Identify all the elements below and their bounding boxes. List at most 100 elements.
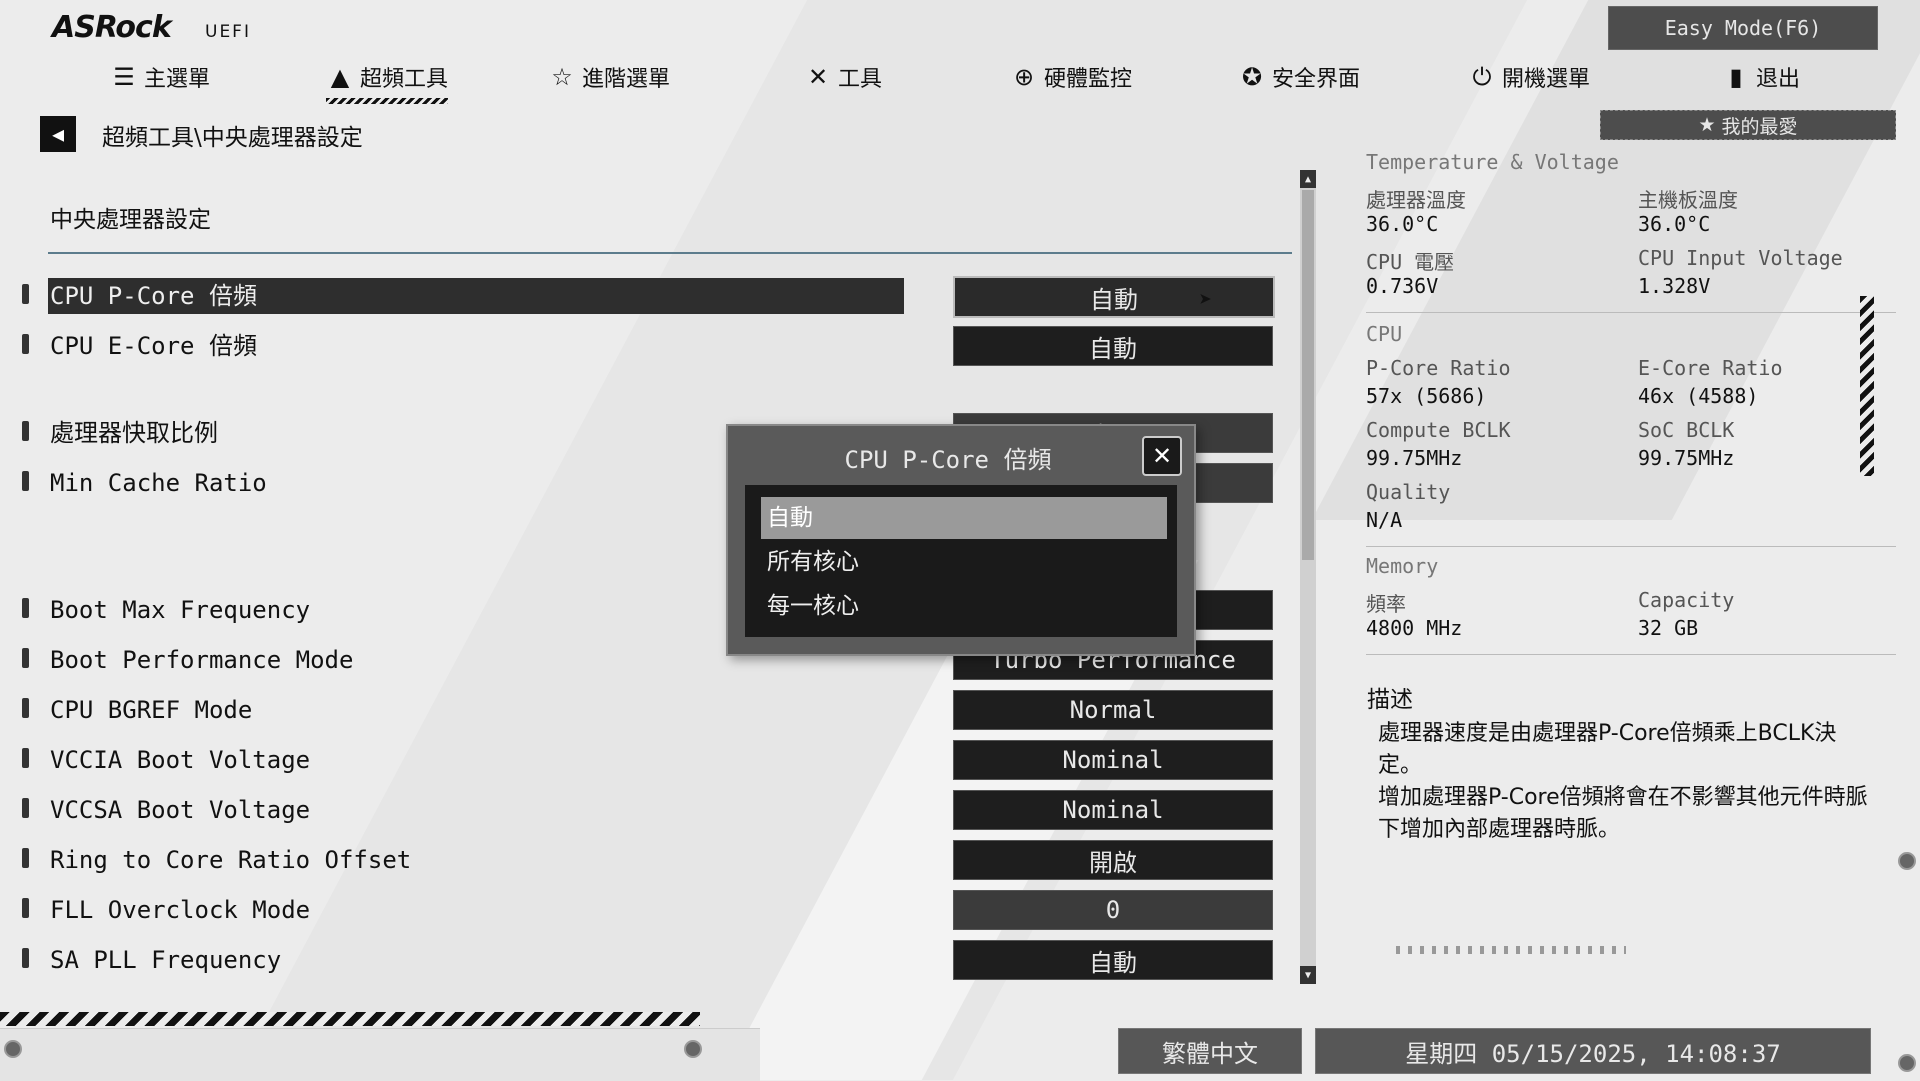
cpu-temp-value: 36.0°C: [1366, 212, 1439, 236]
scroll-up-icon[interactable]: ▲: [1300, 170, 1316, 188]
setting-label: CPU P-Core 倍頻: [48, 278, 904, 314]
breadcrumb: 超頻工具\中央處理器設定: [102, 125, 363, 151]
setting-value-button[interactable]: 自動: [953, 276, 1275, 318]
exit-icon: ▮: [1729, 63, 1743, 91]
tab-advanced[interactable]: ☆ 進階選單: [548, 54, 670, 100]
setting-row[interactable]: CPU BGREF Mode Normal: [0, 690, 1290, 730]
setting-label: CPU E-Core 倍頻: [50, 332, 257, 360]
memory-freq-value: 4800 MHz: [1366, 616, 1463, 640]
screw-icon: [1898, 852, 1916, 870]
screw-icon: [1898, 1054, 1916, 1072]
cpu-input-voltage-label: CPU Input Voltage: [1638, 246, 1843, 270]
divider: [1366, 546, 1896, 547]
star-icon: ☆: [551, 63, 573, 91]
setting-value-button[interactable]: Nominal: [953, 790, 1273, 830]
setting-value-input[interactable]: 0: [953, 890, 1273, 930]
shield-icon: ✪: [1241, 63, 1263, 91]
brand-subtitle: UEFI: [205, 22, 251, 42]
bullet-icon: [22, 471, 29, 491]
decorative-dots: [1396, 946, 1626, 954]
favorites-button[interactable]: ★ 我的最愛: [1600, 110, 1896, 140]
description-text: 處理器速度是由處理器P-Core倍頻乘上BCLK決定。 增加處理器P-Core倍…: [1378, 718, 1878, 846]
tab-exit[interactable]: ▮ 退出: [1722, 54, 1800, 100]
cpu-header: CPU: [1366, 322, 1403, 346]
cpu-temp-label: 處理器溫度: [1366, 188, 1466, 212]
option-popup: CPU P-Core 倍頻 ✕ 自動 所有核心 每一核心: [726, 424, 1196, 656]
popup-option[interactable]: 所有核心: [761, 541, 1167, 583]
setting-label: VCCIA Boot Voltage: [50, 746, 311, 774]
setting-row[interactable]: CPU P-Core 倍頻 自動: [0, 276, 1290, 318]
setting-label: Ring to Core Ratio Offset: [50, 846, 412, 874]
setting-row[interactable]: VCCIA Boot Voltage Nominal: [0, 740, 1290, 780]
tab-tools[interactable]: ✕ 工具: [804, 54, 882, 100]
tab-label: 工具: [838, 67, 883, 92]
setting-value-button[interactable]: Normal: [953, 690, 1273, 730]
memory-freq-label: 頻率: [1366, 592, 1406, 616]
bullet-icon: [22, 598, 29, 618]
setting-row[interactable]: CPU E-Core 倍頻 自動: [0, 326, 1290, 366]
setting-row[interactable]: SA PLL Frequency 自動: [0, 940, 1290, 980]
compute-bclk-label: Compute BCLK: [1366, 418, 1511, 442]
popup-option[interactable]: 自動: [761, 497, 1167, 539]
language-button[interactable]: 繁體中文: [1118, 1028, 1302, 1074]
setting-label: VCCSA Boot Voltage: [50, 796, 311, 824]
setting-row[interactable]: VCCSA Boot Voltage Nominal: [0, 790, 1290, 830]
mb-temp-value: 36.0°C: [1638, 212, 1711, 236]
tab-label: 主選單: [144, 67, 211, 92]
setting-value-button[interactable]: 自動: [953, 326, 1273, 366]
setting-value-button[interactable]: Nominal: [953, 740, 1273, 780]
setting-value-button[interactable]: 自動: [953, 940, 1273, 980]
popup-option[interactable]: 每一核心: [761, 585, 1167, 627]
tab-label: 進階選單: [582, 67, 671, 92]
screw-icon: [684, 1040, 702, 1058]
bullet-icon: [22, 284, 29, 304]
cpu-input-voltage-value: 1.328V: [1638, 274, 1711, 298]
setting-label: SA PLL Frequency: [50, 946, 282, 974]
rocket-icon: ▲: [330, 63, 350, 91]
cpu-voltage-value: 0.736V: [1366, 274, 1439, 298]
bullet-icon: [22, 421, 29, 441]
star-icon: ★: [1698, 114, 1716, 136]
memory-capacity-label: Capacity: [1638, 588, 1735, 612]
bullet-icon: [22, 698, 29, 718]
soc-bclk-label: SoC BCLK: [1638, 418, 1735, 442]
cpu-voltage-label: CPU 電壓: [1366, 250, 1455, 274]
tab-security[interactable]: ✪ 安全界面: [1238, 54, 1360, 100]
power-icon: ⏻: [1472, 63, 1492, 91]
bullet-icon: [22, 334, 29, 354]
setting-row[interactable]: FLL Overclock Mode 0: [0, 890, 1290, 930]
list-icon: ☰: [113, 63, 135, 91]
crosshair-icon: ⊕: [1013, 63, 1035, 91]
temp-voltage-header: Temperature & Voltage: [1366, 150, 1619, 174]
tab-label: 超頻工具: [360, 67, 449, 92]
tab-hw-monitor[interactable]: ⊕ 硬體監控: [1010, 54, 1132, 100]
scrollbar-thumb[interactable]: [1302, 190, 1314, 560]
bullet-icon: [22, 848, 29, 868]
bullet-icon: [22, 648, 29, 668]
bullet-icon: [22, 898, 29, 918]
pcore-ratio-value: 57x (5686): [1366, 384, 1487, 408]
soc-bclk-value: 99.75MHz: [1638, 446, 1735, 470]
popup-title: CPU P-Core 倍頻: [844, 445, 1052, 474]
divider: [1366, 312, 1896, 313]
close-icon[interactable]: ✕: [1142, 436, 1182, 476]
back-button[interactable]: ◀: [40, 116, 76, 152]
setting-value-button[interactable]: 開啟: [953, 840, 1273, 880]
tab-oc-tweaker[interactable]: ▲ 超頻工具: [326, 54, 449, 104]
tab-boot[interactable]: ⏻ 開機選單: [1468, 54, 1591, 100]
tab-label: 退出: [1756, 67, 1801, 92]
arrow-left-icon: ◀: [51, 122, 65, 146]
setting-label: FLL Overclock Mode: [50, 896, 311, 924]
divider: [48, 252, 1292, 254]
scroll-down-icon[interactable]: ▼: [1300, 966, 1316, 984]
mouse-cursor-icon: ➤: [1199, 288, 1213, 313]
setting-row[interactable]: Ring to Core Ratio Offset 開啟: [0, 840, 1290, 880]
memory-capacity-value: 32 GB: [1638, 616, 1699, 640]
pcore-ratio-label: P-Core Ratio: [1366, 356, 1511, 380]
tab-label: 安全界面: [1272, 67, 1361, 92]
footer-plate: [0, 1028, 760, 1081]
tab-main[interactable]: ☰ 主選單: [110, 54, 210, 100]
easy-mode-button[interactable]: Easy Mode(F6): [1608, 6, 1878, 50]
datetime-display: 星期四 05/15/2025, 14:08:37: [1315, 1028, 1871, 1074]
brand-logo: ASRock: [52, 10, 172, 45]
